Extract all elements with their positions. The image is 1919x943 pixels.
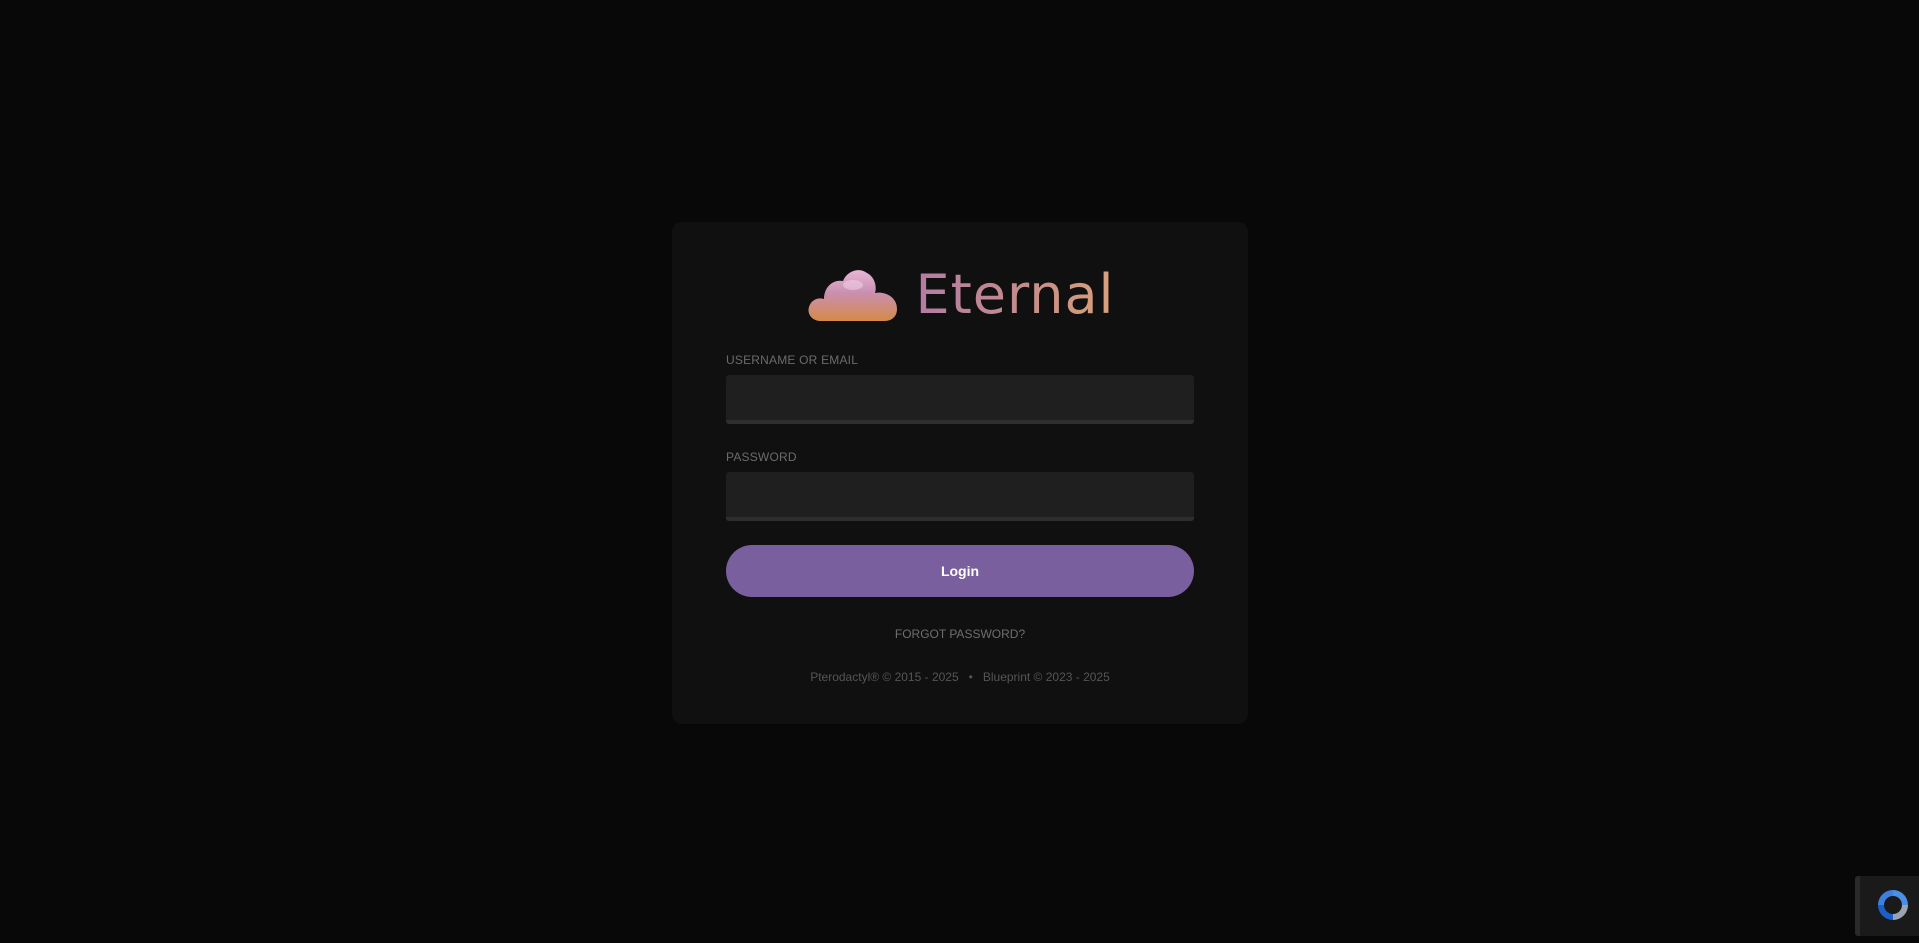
footer-copyright: Pterodactyl® © 2015 - 2025 • Blueprint © 2… [672,670,1248,684]
brand-logo: Eternal [672,260,1248,330]
pterodactyl-copyright: Pterodactyl® © 2015 - 2025 [810,670,959,684]
brand-name: Eternal [915,260,1114,330]
forgot-password-link[interactable]: FORGOT PASSWORD? [672,627,1248,641]
recaptcha-badge[interactable] [1855,876,1919,936]
login-page: Eternal USERNAME OR EMAIL PASSWORD Login… [0,0,1919,943]
username-label: USERNAME OR EMAIL [726,353,859,367]
blueprint-copyright: Blueprint © 2023 - 2025 [982,670,1110,684]
password-label: PASSWORD [726,450,797,464]
login-card: Eternal USERNAME OR EMAIL PASSWORD Login… [672,222,1248,724]
login-button[interactable]: Login [726,545,1194,597]
username-input[interactable] [726,375,1194,424]
password-input[interactable] [726,472,1194,521]
cloud-logo-icon [805,265,901,325]
footer-separator: • [968,670,973,684]
